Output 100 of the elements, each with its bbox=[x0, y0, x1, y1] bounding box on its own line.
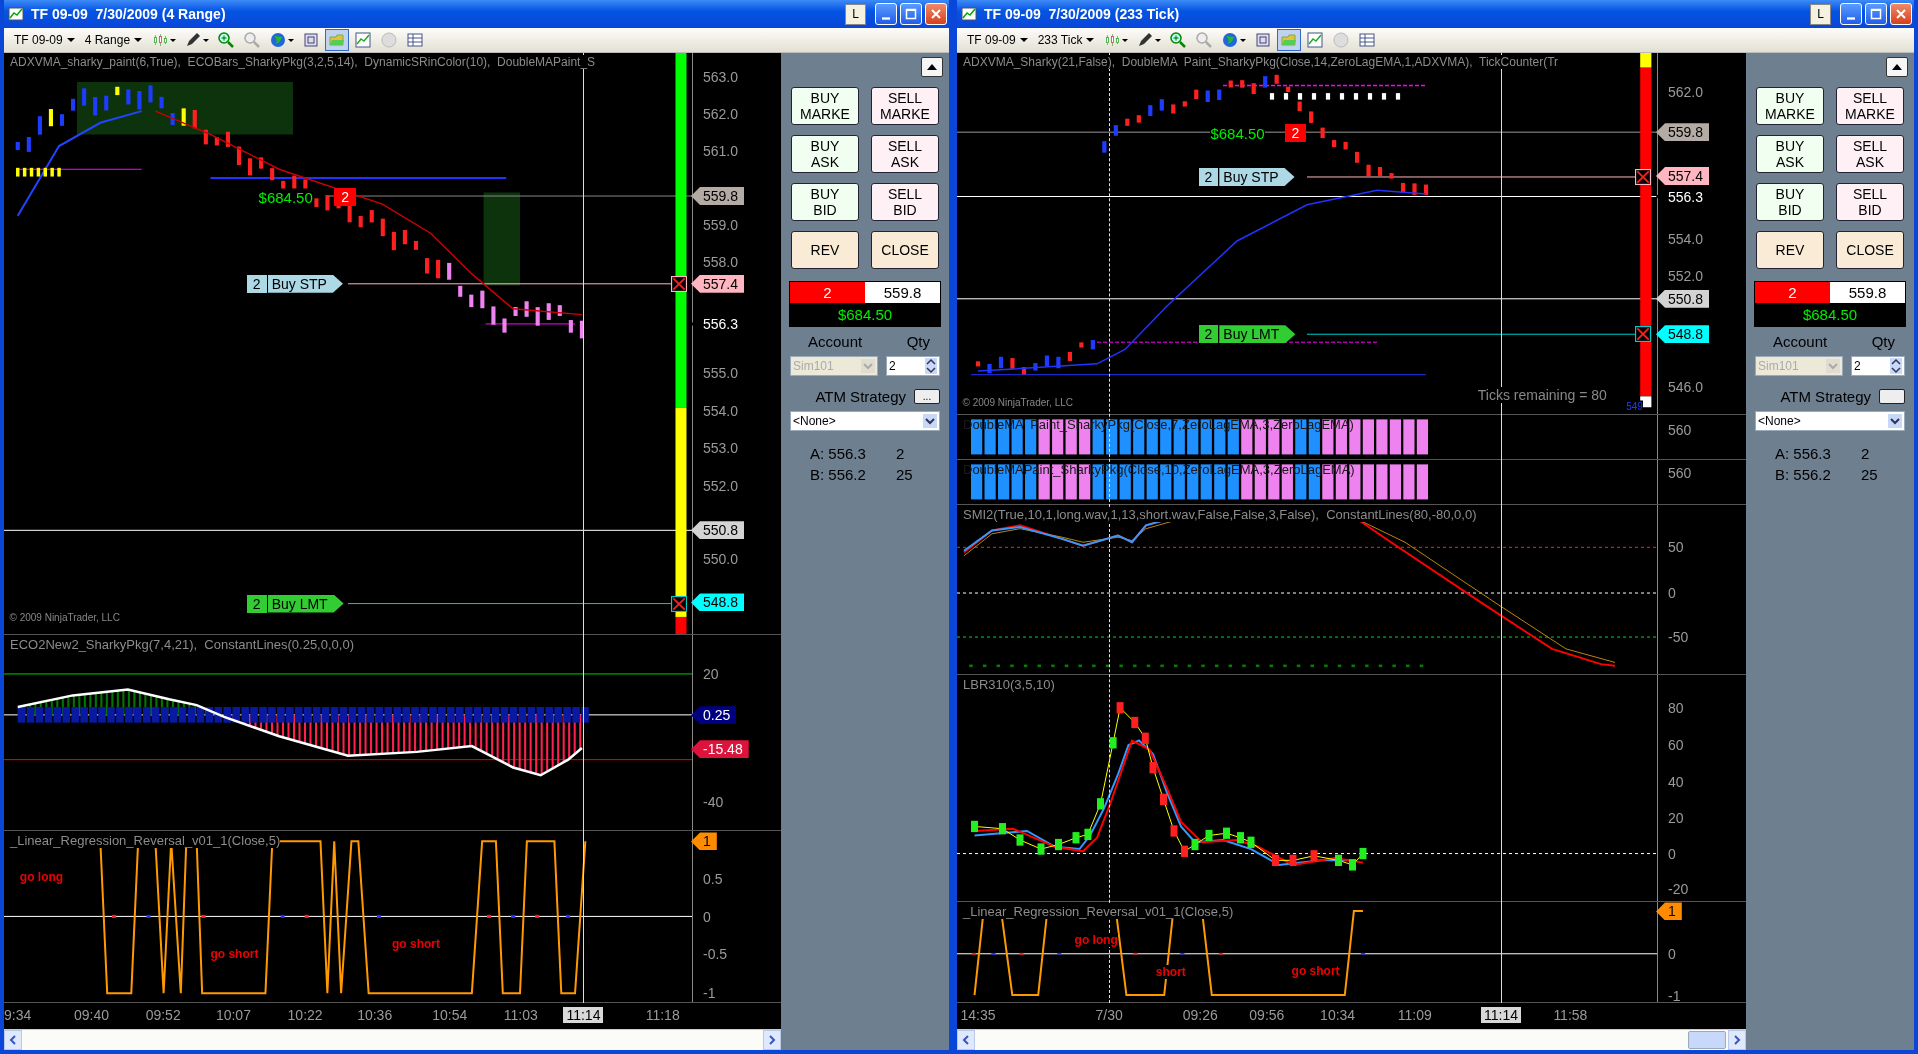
atm-strategy-dropdown[interactable]: <None> bbox=[790, 411, 940, 431]
link-button[interactable]: L bbox=[845, 3, 866, 25]
axis-label: -40 bbox=[703, 793, 724, 810]
order-quantity[interactable]: 2 bbox=[1198, 325, 1220, 344]
quantity-label: Qty bbox=[906, 333, 930, 350]
account-label: Account bbox=[1773, 333, 1828, 350]
time-label: 9:34 bbox=[4, 1007, 32, 1023]
instrument-dropdown[interactable]: TF 09-09 bbox=[10, 33, 79, 47]
axis-label: 552.0 bbox=[1668, 267, 1704, 284]
axis-label: 40 bbox=[1668, 773, 1684, 790]
period-dropdown[interactable]: 233 Tick bbox=[1033, 33, 1099, 47]
time-label: 11:14 bbox=[563, 1007, 604, 1023]
tick-count: 549 bbox=[1626, 400, 1643, 412]
axis-label: 552.0 bbox=[703, 477, 739, 494]
axis-label: 558.0 bbox=[703, 253, 739, 270]
price-tag: 548.8 bbox=[1656, 325, 1710, 344]
atm-strategy-label: ATM Strategy bbox=[1780, 388, 1871, 405]
axis-label: 80 bbox=[1668, 700, 1684, 717]
price-tag: 548.8 bbox=[691, 593, 745, 612]
order-button[interactable]: CLOSE bbox=[1836, 231, 1904, 269]
axis-label: -50 bbox=[1668, 629, 1689, 646]
link-button[interactable]: L bbox=[1810, 3, 1831, 25]
quantity-field[interactable]: 2 bbox=[886, 356, 940, 376]
quote-price: A: 556.3 bbox=[1775, 445, 1832, 462]
order-button[interactable]: BUY ASK bbox=[1756, 135, 1824, 173]
axis-label: 0.5 bbox=[703, 871, 723, 887]
price-tag: 550.8 bbox=[691, 521, 745, 540]
time-label: 11:09 bbox=[1397, 1007, 1432, 1023]
instrument-dropdown[interactable]: TF 09-09 bbox=[963, 33, 1032, 47]
order-button[interactable]: REV bbox=[1756, 231, 1824, 269]
quote-size: 25 bbox=[896, 466, 913, 483]
signal-label: go short bbox=[210, 947, 259, 962]
axis-label: 554.0 bbox=[1668, 231, 1704, 248]
order-quantity[interactable]: 2 bbox=[1198, 167, 1220, 186]
signal-label: go long bbox=[1074, 933, 1118, 948]
signal-label: go short bbox=[392, 936, 441, 951]
order-button[interactable]: SELL BID bbox=[1836, 183, 1904, 221]
order-button[interactable]: SELL BID bbox=[871, 183, 939, 221]
indicator-label: LBR310(3,5,10) bbox=[963, 677, 1055, 693]
pnl-value: $684.50 bbox=[1755, 303, 1905, 326]
order-type[interactable]: Buy LMT bbox=[267, 594, 344, 613]
time-label: 10:22 bbox=[287, 1007, 323, 1023]
price-tag: 559.8 bbox=[691, 187, 745, 205]
indicator-label: ADXVMA_sharky_paint(6,True), ECOBars_SharkyPkg(3,2,5,14), DynamicSRinColor(10), DoubleMAPaint_S bbox=[10, 55, 596, 69]
axis-label: 20 bbox=[1668, 809, 1684, 826]
axis-label: 0 bbox=[1668, 845, 1676, 862]
time-label: 11:14 bbox=[1480, 1007, 1521, 1023]
atm-strategy-dropdown[interactable]: <None> bbox=[1755, 411, 1905, 431]
signal-label: short bbox=[1155, 965, 1186, 980]
tick-counter-text: Ticks remaining = 80 bbox=[1477, 386, 1607, 403]
position-quantity: 2 bbox=[790, 282, 865, 303]
position-quantity: 2 bbox=[1284, 123, 1307, 142]
order-button[interactable]: BUY BID bbox=[791, 183, 859, 221]
time-label: 11:03 bbox=[503, 1007, 538, 1023]
axis-label: 560 bbox=[1668, 465, 1692, 482]
position-quantity: 2 bbox=[1755, 282, 1830, 303]
atm-settings-button[interactable]: ... bbox=[914, 389, 940, 404]
order-type[interactable]: Buy STP bbox=[1219, 167, 1295, 186]
order-button[interactable]: CLOSE bbox=[871, 231, 939, 269]
axis-label: 561.0 bbox=[703, 142, 739, 159]
account-label: Account bbox=[808, 333, 863, 350]
window-title: TF 09-09 7/30/2009 (4 Range) bbox=[31, 6, 227, 22]
price-tag: 559.8 bbox=[1656, 123, 1710, 142]
order-button[interactable]: SELL MARKE bbox=[1836, 87, 1904, 125]
order-type[interactable]: Buy STP bbox=[267, 274, 343, 293]
price-tag: 0.25 bbox=[691, 706, 737, 725]
average-price: 559.8 bbox=[1830, 282, 1905, 303]
order-button[interactable]: SELL MARKE bbox=[871, 87, 939, 125]
axis-label: 553.0 bbox=[703, 439, 739, 456]
order-quantity[interactable]: 2 bbox=[246, 594, 268, 613]
order-button[interactable]: BUY BID bbox=[1756, 183, 1824, 221]
indicator-label: _Linear_Regression_Reversal_v01_1(Close,5) bbox=[963, 904, 1234, 920]
order-button[interactable]: BUY ASK bbox=[791, 135, 859, 173]
time-label: 11:18 bbox=[645, 1007, 680, 1023]
time-label: 09:56 bbox=[1249, 1007, 1285, 1023]
axis-label: 546.0 bbox=[1668, 378, 1704, 395]
price-tag: 557.4 bbox=[691, 274, 745, 293]
order-button[interactable]: BUY MARKE bbox=[791, 87, 859, 125]
order-type[interactable]: Buy LMT bbox=[1219, 325, 1296, 344]
time-label: 09:52 bbox=[145, 1007, 181, 1023]
order-button[interactable]: SELL ASK bbox=[871, 135, 939, 173]
axis-label: 50 bbox=[1668, 539, 1684, 556]
axis-label: 0 bbox=[1668, 585, 1676, 602]
order-quantity[interactable]: 2 bbox=[246, 274, 268, 293]
quote-size: 25 bbox=[1861, 466, 1878, 483]
order-button[interactable]: SELL ASK bbox=[1836, 135, 1904, 173]
atm-strategy-label: ATM Strategy bbox=[815, 388, 906, 405]
quantity-field[interactable]: 2 bbox=[1851, 356, 1905, 376]
period-dropdown[interactable]: 4 Range bbox=[80, 33, 147, 47]
axis-label: 0 bbox=[1668, 946, 1676, 963]
time-label: 14:35 bbox=[960, 1007, 996, 1023]
average-price: 559.8 bbox=[865, 282, 940, 303]
indicator-label: ECO2New2_SharkyPkg(7,4,21), ConstantLines(0.25,0,0,0) bbox=[10, 637, 354, 653]
axis-label: 60 bbox=[1668, 737, 1684, 753]
price-tag: 1 bbox=[1656, 902, 1682, 921]
copyright-text: © 2009 NinjaTrader, LLC bbox=[962, 396, 1073, 408]
order-button[interactable]: REV bbox=[791, 231, 859, 269]
order-button[interactable]: BUY MARKE bbox=[1756, 87, 1824, 125]
quote-size: 2 bbox=[896, 445, 905, 462]
time-label: 09:26 bbox=[1182, 1007, 1218, 1023]
